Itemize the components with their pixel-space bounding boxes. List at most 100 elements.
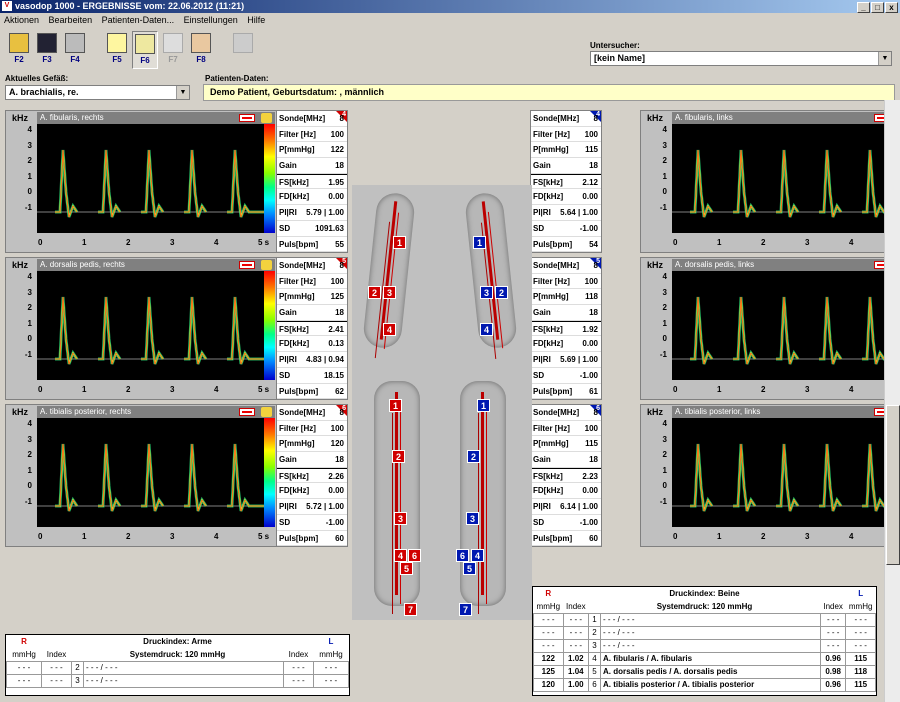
patient-label: Patienten-Daten: [205,74,269,83]
chevron-down-icon[interactable]: ▼ [878,52,891,65]
record-icon[interactable] [239,114,255,122]
panel-title: A. fibularis, links [672,112,900,124]
menu-hilfe[interactable]: Hilfe [243,15,268,25]
artery-marker-right[interactable]: 6 [408,549,421,562]
param-row: P[mmHg] 122 [277,142,347,159]
param-row: Filter [Hz] 100 [531,127,601,143]
doppler-panel[interactable]: kHz A. tibialis posterior, rechts 4 3 2 1 0 -1 0… [5,404,277,547]
artery-marker-left[interactable]: 7 [459,603,472,616]
param-row: Sonde[MHz] 8 [277,405,347,421]
param-row: SD -1.00 [277,515,347,531]
results-button[interactable]: F6 [132,31,158,69]
doppler-panel[interactable]: kHz A. tibialis posterior, links 4 3 2 1 0 -1 0 1… [640,404,900,547]
spectrum-plot[interactable] [37,124,264,233]
artery-marker-right[interactable]: 1 [393,236,406,249]
param-row: Sonde[MHz] 8 [277,258,347,274]
artery-marker-left[interactable]: 5 [463,562,476,575]
record-icon[interactable] [239,408,255,416]
param-row: FS[kHz] 2.26 [277,467,347,484]
artery-marker-right[interactable]: 4 [383,323,396,336]
artery-marker-left[interactable]: 3 [466,512,479,525]
artery-marker-left[interactable]: 3 [480,286,493,299]
open-button[interactable]: F2 [6,31,32,69]
artery-marker-right[interactable]: 1 [389,399,402,412]
param-row: P[mmHg] 120 [277,436,347,453]
artery-marker-right[interactable]: 2 [392,450,405,463]
panel-title: A. dorsalis pedis, rechts [37,259,275,271]
param-row: Puls[bpm] 60 [531,531,601,547]
settings-icon[interactable] [261,407,272,417]
right-leg [374,381,420,606]
menu-aktionen[interactable]: Aktionen [0,15,42,25]
minimize-button[interactable]: _ [857,2,870,13]
doppler-panel[interactable]: kHzA. fibularis, links43210-1012345 s [640,110,900,253]
param-row: FS[kHz] 2.41 [277,320,347,337]
artery-marker-right[interactable]: 4 [394,549,407,562]
patient-data-field[interactable]: Demo Patient, Geburtsdatum: , männlich [203,84,895,101]
artery-marker-left[interactable]: 1 [473,236,486,249]
artery-marker-left[interactable]: 2 [495,286,508,299]
chevron-down-icon[interactable]: ▼ [176,86,189,99]
scrollbar-thumb[interactable] [886,405,900,565]
artery-marker-left[interactable]: 6 [456,549,469,562]
artery-marker-right[interactable]: 3 [383,286,396,299]
spectrum-plot[interactable] [672,418,899,527]
vertical-scrollbar[interactable] [884,100,900,702]
vessel-combo[interactable]: A. brachialis, re. ▼ [5,85,190,100]
spectrum-plot[interactable] [37,418,264,527]
menu-bar: Aktionen Bearbeiten Patienten-Daten... E… [0,13,900,27]
toolbar: F2 F3 F4 F5 F6 F7 F8 [0,28,580,70]
artery-marker-left[interactable]: 4 [480,323,493,336]
chart-icon [107,33,127,53]
spectrum-plot[interactable] [37,271,264,380]
param-row: FS[kHz] 2.23 [531,467,601,484]
maximize-button[interactable]: □ [871,2,884,13]
parameter-box: 5 Sonde[MHz] 8 Filter [Hz] 100 P[mmHg] 118 Gain… [530,257,602,400]
help-button[interactable] [230,31,256,69]
param-row: P[mmHg] 125 [277,289,347,306]
save-button[interactable]: F3 [34,31,60,69]
menu-bearbeiten[interactable]: Bearbeiten [45,15,96,25]
title-bar: Vvasodop 1000 - ERGEBNISSE vom: 22.06.20… [0,0,900,13]
settings-icon[interactable] [261,113,272,123]
artery-marker-right[interactable]: 5 [400,562,413,575]
param-row: Puls[bpm] 61 [531,384,601,400]
spectrum-plot[interactable] [672,124,899,233]
param-row: PI|RI 5.64 | 1.00 [531,205,601,221]
param-row: SD -1.00 [531,221,601,237]
table-row: - - -- - -3- - - / - - -- - -- - - [533,638,876,653]
examiner-combo[interactable]: [kein Name] ▼ [590,51,892,66]
settings-icon[interactable] [261,260,272,270]
artery-marker-left[interactable]: 2 [467,450,480,463]
record-icon[interactable] [239,261,255,269]
chart-button[interactable]: F5 [104,31,130,69]
left-label: L [328,637,334,646]
param-row: SD -1.00 [531,368,601,384]
param-row: Gain 18 [531,305,601,321]
doppler-panel[interactable]: kHz A. fibularis, rechts 4 3 2 1 0 -1 0 1 2 3 4 5 s [5,110,277,253]
body-figure [352,185,532,620]
param-row: FS[kHz] 1.92 [531,320,601,337]
artery-marker-left[interactable]: 1 [477,399,490,412]
f7-button[interactable]: F7 [160,31,186,69]
print-button[interactable]: F4 [62,31,88,69]
patient-button[interactable]: F8 [188,31,214,69]
param-row: Filter [Hz] 100 [277,421,347,437]
artery-marker-left[interactable]: 4 [471,549,484,562]
doppler-panel[interactable]: kHzA. dorsalis pedis, links43210-1012345… [640,257,900,400]
param-row: FD[kHz] 0.00 [277,189,347,206]
color-scale [264,271,275,380]
doppler-panel[interactable]: kHz A. dorsalis pedis, rechts 4 3 2 1 0 -1 0 1 2 3 4… [5,257,277,400]
artery-marker-right[interactable]: 2 [368,286,381,299]
close-button[interactable]: x [885,2,898,13]
artery-marker-right[interactable]: 3 [394,512,407,525]
artery-marker-right[interactable]: 7 [404,603,417,616]
menu-patienten-daten[interactable]: Patienten-Daten... [98,15,178,25]
param-row: Puls[bpm] 55 [277,237,347,253]
results-icon [135,34,155,54]
menu-einstellungen[interactable]: Einstellungen [180,15,241,25]
param-row: Gain 18 [531,158,601,174]
spectrum-plot[interactable] [672,271,899,380]
param-row: PI|RI 6.14 | 1.00 [531,499,601,515]
table-row: 120 1.00 6 A. tibialis posterior / A. tibia… [533,677,876,692]
